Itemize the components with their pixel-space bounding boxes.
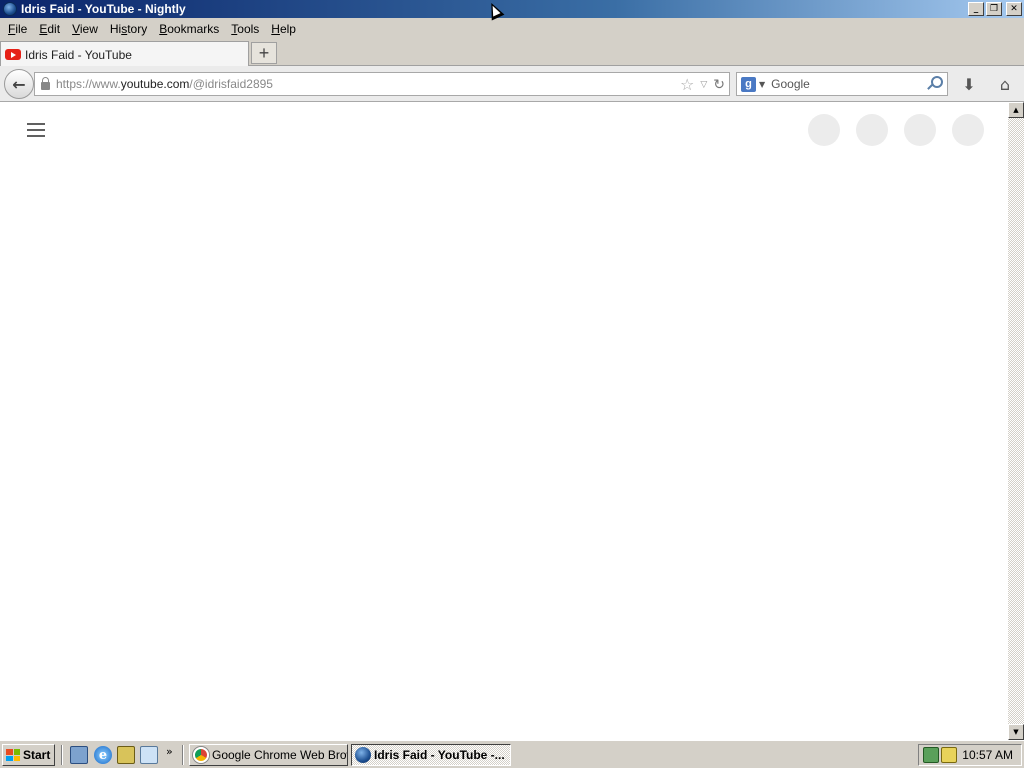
- menu-file-rest: ile: [15, 22, 28, 36]
- search-bar[interactable]: g ▼ Google: [736, 72, 948, 96]
- taskbar-nightly-button[interactable]: Idris Faid - YouTube -...: [351, 744, 511, 766]
- taskbar-separator: [61, 745, 63, 765]
- google-engine-icon[interactable]: g: [741, 76, 756, 92]
- close-button[interactable]: ✕: [1006, 2, 1022, 16]
- vertical-scrollbar[interactable]: ▲ ▼: [1008, 102, 1024, 740]
- scroll-down-button[interactable]: ▼: [1008, 724, 1024, 740]
- nightly-globe-icon: [3, 2, 17, 16]
- search-input[interactable]: Google: [771, 77, 925, 91]
- url-path: /@idrisfaid2895: [189, 77, 273, 91]
- task-label: Google Chrome Web Brow...: [212, 748, 347, 762]
- menu-history-rest: tory: [127, 22, 148, 36]
- back-button[interactable]: ←: [4, 69, 34, 99]
- url-host: youtube.com: [120, 77, 190, 91]
- window-controls: _ ❐ ✕: [968, 2, 1022, 16]
- taskbar-chrome-button[interactable]: Google Chrome Web Brow...: [189, 744, 348, 766]
- volume-tray-icon[interactable]: [941, 747, 957, 763]
- windows-logo-icon: [6, 749, 20, 761]
- menu-help[interactable]: Help: [265, 22, 302, 36]
- history-dropdown-icon[interactable]: ▽: [700, 80, 707, 90]
- task-label: Idris Faid - YouTube -...: [374, 748, 505, 762]
- maximize-button[interactable]: ❐: [986, 2, 1002, 16]
- scroll-up-button[interactable]: ▲: [1008, 102, 1024, 118]
- tab-strip: Idris Faid - YouTube +: [0, 40, 1024, 67]
- tab-label: Idris Faid - YouTube: [25, 47, 132, 62]
- loading-placeholder-2: [856, 114, 888, 146]
- url-actions: ☆ ▽ ↻: [680, 75, 725, 94]
- search-engine-dropdown-icon[interactable]: ▼: [759, 80, 765, 89]
- menu-view-accel: V: [72, 22, 80, 36]
- menu-tools-rest: ools: [237, 22, 260, 36]
- start-button[interactable]: Start: [2, 744, 55, 766]
- clock[interactable]: 10:57 AM: [962, 748, 1013, 762]
- menu-help-accel: H: [271, 22, 280, 36]
- taskbar: Start e » Google Chrome Web Brow... Idri…: [0, 740, 1024, 768]
- menu-history[interactable]: History: [104, 22, 153, 36]
- tab-youtube[interactable]: Idris Faid - YouTube: [0, 41, 249, 67]
- taskbar-separator: [182, 745, 184, 765]
- lock-icon[interactable]: [41, 76, 50, 90]
- show-desktop-icon[interactable]: [70, 746, 88, 764]
- reload-icon[interactable]: ↻: [713, 77, 725, 93]
- hamburger-menu-icon[interactable]: [27, 123, 45, 137]
- bookmark-star-icon[interactable]: ☆: [680, 75, 694, 94]
- chrome-icon: [193, 747, 209, 763]
- download-icon[interactable]: ⬇: [958, 74, 980, 94]
- system-tray: 10:57 AM: [918, 744, 1022, 766]
- start-label: Start: [23, 748, 51, 762]
- url-text: https://www.youtube.com/@idrisfaid2895: [56, 77, 273, 91]
- menu-help-rest: elp: [279, 22, 296, 36]
- loading-placeholder-1: [808, 114, 840, 146]
- window-title: Idris Faid - YouTube - Nightly: [21, 2, 186, 16]
- network-tray-icon[interactable]: [923, 747, 939, 763]
- navigation-bar: ← https://www.youtube.com/@idrisfaid2895…: [0, 66, 1024, 102]
- network-icon[interactable]: [117, 746, 135, 764]
- page-content: [0, 102, 1008, 740]
- youtube-icon: [5, 49, 21, 60]
- new-tab-button[interactable]: +: [251, 42, 277, 64]
- menu-view[interactable]: View: [66, 22, 104, 36]
- menu-file[interactable]: File: [2, 22, 33, 36]
- nightly-globe-icon: [355, 747, 371, 763]
- search-tool-icon[interactable]: [140, 746, 158, 764]
- menu-view-rest: iew: [79, 22, 98, 36]
- minimize-button[interactable]: _: [968, 2, 984, 16]
- menu-edit[interactable]: Edit: [33, 22, 66, 36]
- url-prefix: https://www.: [56, 77, 121, 91]
- quicklaunch-more-icon[interactable]: »: [166, 745, 173, 758]
- menu-tools[interactable]: Tools: [225, 22, 265, 36]
- menu-history-prefix: Hi: [109, 22, 122, 36]
- url-bar[interactable]: https://www.youtube.com/@idrisfaid2895 ☆…: [34, 72, 730, 96]
- menu-bookmarks[interactable]: Bookmarks: [153, 22, 225, 36]
- menu-bookmarks-rest: ookmarks: [167, 22, 220, 36]
- search-icon[interactable]: [925, 75, 943, 93]
- home-icon[interactable]: ⌂: [994, 74, 1016, 94]
- loading-placeholder-4: [952, 114, 984, 146]
- internet-explorer-icon[interactable]: e: [94, 746, 112, 764]
- menu-bar: File Edit View History Bookmarks Tools H…: [0, 18, 1024, 40]
- title-bar[interactable]: Idris Faid - YouTube - Nightly _ ❐ ✕: [0, 0, 1024, 18]
- loading-placeholder-3: [904, 114, 936, 146]
- menu-edit-rest: dit: [47, 22, 61, 36]
